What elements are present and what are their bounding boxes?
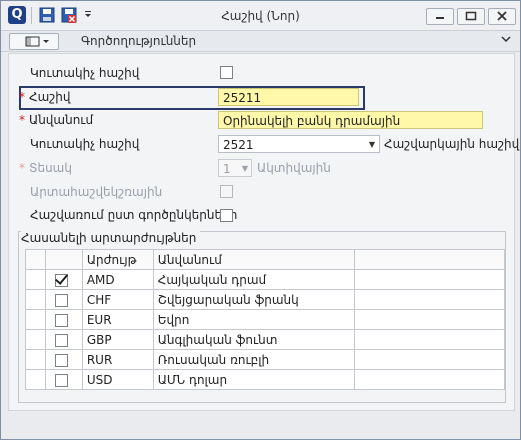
accumulating-account-checkbox[interactable] [220, 66, 233, 79]
parent-account-label: Կուտակիչ հաշիվ [30, 137, 140, 151]
counterparty-accounting-checkbox[interactable] [220, 209, 233, 222]
currencies-table: Արժույթ Անվանում AMD Հայկական դրամ CHF Շ… [25, 249, 505, 390]
empty-cell [354, 309, 505, 330]
row-indicator [25, 289, 46, 310]
row-checkbox[interactable] [54, 353, 68, 367]
select-cell[interactable] [44, 329, 83, 350]
empty-cell [354, 289, 505, 310]
status-bar [8, 412, 513, 432]
currency-name: Անգլիական ֆունտ [152, 329, 356, 350]
name-label: * Անվանում [19, 113, 94, 127]
parent-account-description: Հաշվարկային հաշիվ [384, 137, 520, 151]
row-indicator [25, 349, 46, 370]
actions-tab[interactable]: Գործողություններ [81, 34, 196, 48]
row-indicator [25, 329, 46, 350]
currency-name: Եվրո [152, 309, 356, 330]
select-cell[interactable] [44, 289, 83, 310]
group-title: Հասանելի արտարժույթներ [21, 231, 201, 245]
column-header-extra [354, 249, 505, 270]
row-checkbox[interactable] [54, 333, 68, 347]
required-star-icon: * [19, 90, 25, 104]
name-input[interactable]: Օրինակելի բանկ դրամային [218, 111, 483, 129]
type-spinner: 1 ▼ [218, 159, 252, 177]
row-indicator [25, 269, 46, 290]
currency-code: EUR [81, 309, 154, 330]
currency-name: Շվեյցարական ֆրանկ [152, 289, 356, 310]
type-description: Ակտիվային [257, 161, 331, 175]
empty-cell [354, 349, 505, 370]
required-star-icon: * [19, 161, 25, 175]
available-currencies-group: Հասանելի արտարժույթներ Արժույթ Անվանում … [18, 231, 506, 403]
table-row[interactable]: EUR Եվրո [25, 309, 505, 330]
currency-code: AMD [81, 269, 154, 290]
currency-name: Ռուսական ռուբլի [152, 349, 356, 370]
row-indicator [25, 309, 46, 330]
currency-name: ԱՄՆ դոլար [152, 369, 356, 390]
table-row[interactable]: AMD Հայկական դրամ [25, 269, 505, 290]
title-bar: Q Հաշիվ (Նոր) [1, 1, 520, 31]
column-header-select [44, 249, 83, 270]
row-checkbox[interactable] [54, 373, 68, 387]
required-star-icon: * [19, 113, 25, 127]
off-balance-label: Արտահաշվեկշռային [30, 185, 163, 199]
select-cell[interactable] [44, 349, 83, 370]
currency-code: GBP [81, 329, 154, 350]
select-cell[interactable] [44, 369, 83, 390]
parent-account-value: 2521 [223, 138, 254, 152]
table-row[interactable]: USD ԱՄՆ դոլար [25, 369, 505, 390]
view-menu-button[interactable] [9, 33, 59, 50]
table-row[interactable]: RUR Ռուսական ռուբլի [25, 349, 505, 370]
ribbon-bar: Գործողություններ [1, 31, 520, 52]
type-label: * Տեսակ [19, 161, 72, 175]
currency-code: USD [81, 369, 154, 390]
form-panel: Կուտակիչ հաշիվ * Հաշիվ 25211 * Անվանում Օր… [8, 53, 519, 411]
off-balance-checkbox [220, 185, 233, 198]
currency-code: CHF [81, 289, 154, 310]
parent-account-select[interactable]: 2521 ▼ [218, 135, 380, 153]
column-header-name[interactable]: Անվանում [152, 249, 356, 270]
table-header-row: Արժույթ Անվանում [25, 249, 505, 270]
column-header-currency[interactable]: Արժույթ [81, 249, 154, 270]
account-number-input[interactable]: 25211 [218, 88, 359, 106]
counterparty-accounting-label: Հաշվառում ըստ գործընկերների [30, 208, 238, 222]
minimize-icon [436, 17, 444, 19]
table-row[interactable]: GBP Անգլիական ֆունտ [25, 329, 505, 350]
minimize-button[interactable] [426, 8, 454, 25]
maximize-button[interactable] [457, 8, 485, 25]
maximize-icon [465, 11, 477, 21]
row-checkbox[interactable] [54, 313, 68, 327]
panel-layout-icon [25, 36, 49, 47]
select-cell[interactable] [44, 309, 83, 330]
currency-name: Հայկական դրամ [152, 269, 356, 290]
collapse-ribbon-icon[interactable] [500, 33, 512, 45]
row-checkbox-checked[interactable] [54, 273, 68, 287]
row-checkbox[interactable] [54, 293, 68, 307]
select-cell[interactable] [44, 269, 83, 290]
account-label: * Հաշիվ [19, 90, 71, 104]
chevron-down-icon[interactable]: ▼ [369, 136, 375, 154]
empty-cell [354, 269, 505, 290]
account-window: Q Հաշիվ (Նոր) Գործողություններ Կուտակիչ … [0, 0, 521, 440]
table-row[interactable]: CHF Շվեյցարական ֆրանկ [25, 289, 505, 310]
empty-cell [354, 329, 505, 350]
empty-cell [354, 369, 505, 390]
spinner-arrow-icon: ▼ [241, 164, 248, 173]
currency-code: RUR [81, 349, 154, 370]
close-icon [497, 11, 507, 21]
close-button[interactable] [488, 8, 516, 25]
column-header-row-indicator [25, 249, 46, 270]
row-indicator [25, 369, 46, 390]
accumulating-account-label: Կուտակիչ հաշիվ [30, 66, 140, 80]
type-value: 1 [223, 162, 231, 176]
